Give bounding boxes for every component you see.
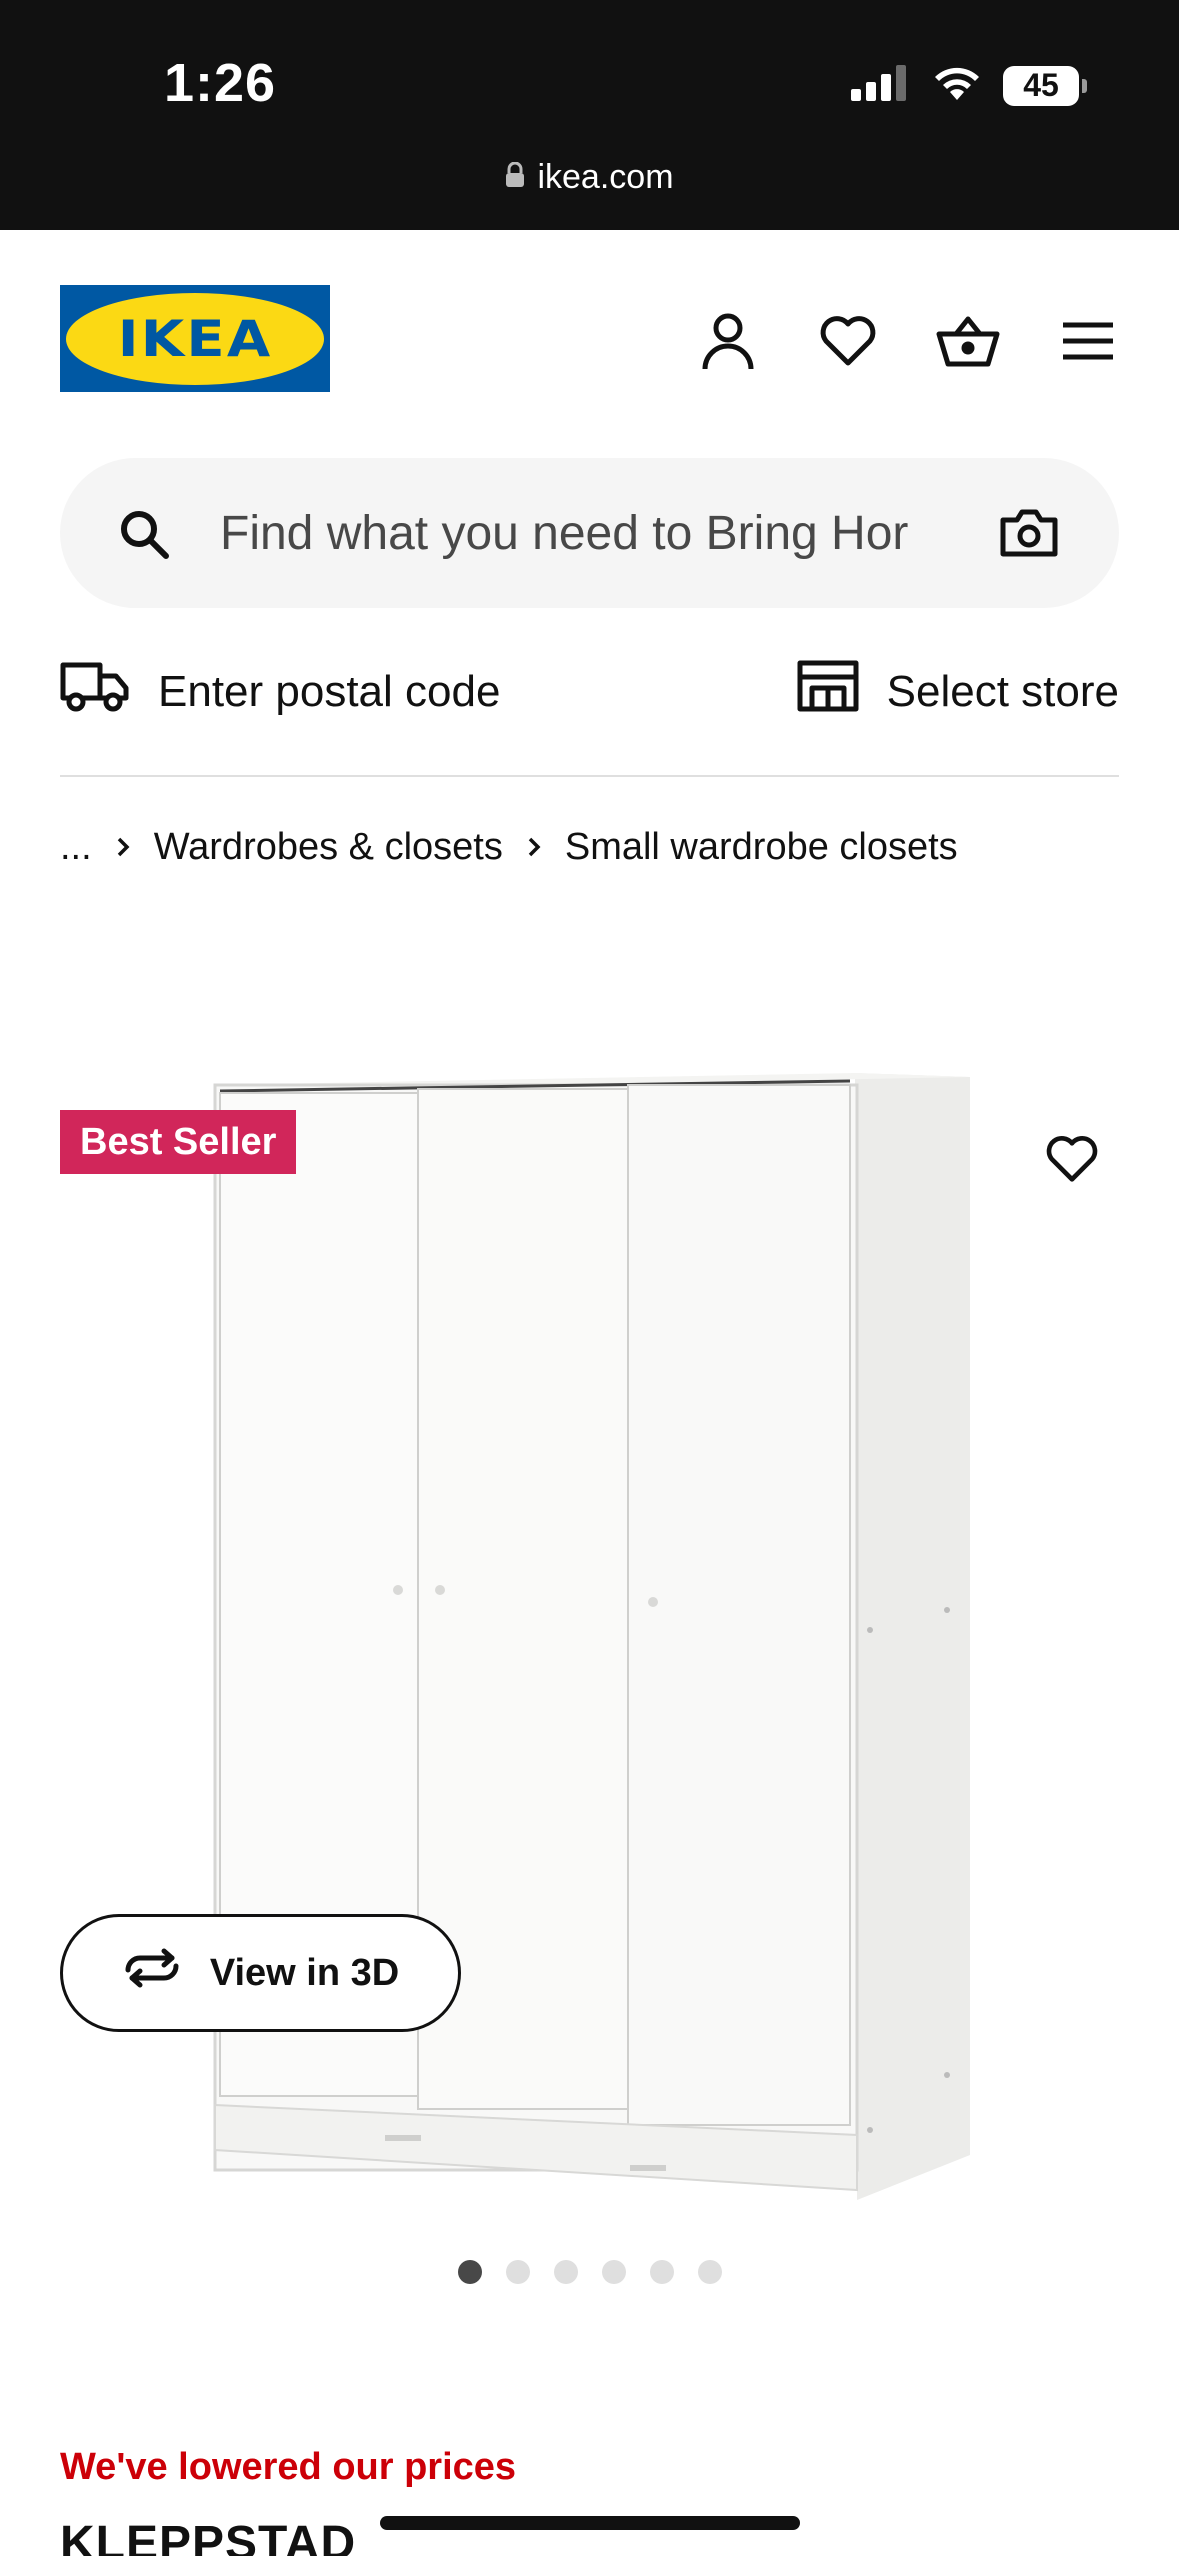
signal-icon xyxy=(851,65,911,106)
select-store-label: Select store xyxy=(886,666,1119,716)
breadcrumb-ellipsis[interactable]: ... xyxy=(60,826,92,869)
logo-oval: IKEA xyxy=(66,292,324,385)
search-bar xyxy=(60,458,1119,608)
breadcrumb-link-small-wardrobes[interactable]: Small wardrobe closets xyxy=(565,826,958,869)
favorite-heart-icon[interactable] xyxy=(1045,1135,1099,1188)
breadcrumb: ... Wardrobes & closets Small wardrobe c… xyxy=(60,826,958,869)
battery-indicator: 45 xyxy=(1003,65,1087,106)
product-image[interactable] xyxy=(195,1065,995,2205)
clock: 1:26 xyxy=(164,53,277,113)
chevron-right-icon xyxy=(525,826,543,869)
logo-text: IKEA xyxy=(117,309,273,368)
chevron-right-icon xyxy=(114,826,132,869)
search-input[interactable] xyxy=(220,498,1020,568)
ikea-logo[interactable]: IKEA xyxy=(60,285,330,392)
view-in-3d-button[interactable]: View in 3D xyxy=(60,1914,461,2032)
heart-icon[interactable] xyxy=(812,305,884,377)
rotate-3d-icon xyxy=(122,1948,182,1998)
lock-icon xyxy=(505,158,525,197)
product-name: KLEPPSTAD xyxy=(60,2517,357,2556)
url-bar[interactable]: ikea.com xyxy=(0,158,1179,197)
carousel-dot[interactable] xyxy=(505,2260,530,2284)
menu-icon[interactable] xyxy=(1052,305,1124,377)
status-icons: 45 xyxy=(851,64,1087,107)
camera-search-icon[interactable] xyxy=(999,502,1059,567)
delivery-truck-icon xyxy=(60,660,130,723)
postal-code-label: Enter postal code xyxy=(158,666,501,716)
carousel-dot[interactable] xyxy=(649,2260,674,2284)
url-text: ikea.com xyxy=(537,158,674,196)
header-divider xyxy=(60,775,1119,777)
postal-code-button[interactable]: Enter postal code xyxy=(60,660,500,723)
view-in-3d-label: View in 3D xyxy=(209,1951,400,1994)
price-promo-text: We've lowered our prices xyxy=(60,2446,517,2488)
basket-icon[interactable] xyxy=(932,305,1004,377)
home-indicator xyxy=(380,2516,800,2530)
best-seller-badge: Best Seller xyxy=(60,1110,297,1174)
carousel-dot[interactable] xyxy=(457,2260,482,2284)
select-store-button[interactable]: Select store xyxy=(797,660,1119,723)
breadcrumb-link-wardrobes[interactable]: Wardrobes & closets xyxy=(154,826,503,869)
carousel-dot[interactable] xyxy=(601,2260,626,2284)
account-icon[interactable] xyxy=(692,305,764,377)
search-icon[interactable] xyxy=(118,508,170,565)
image-carousel-dots xyxy=(0,2260,1179,2284)
store-icon xyxy=(797,660,859,723)
carousel-dot[interactable] xyxy=(553,2260,578,2284)
header-actions xyxy=(692,305,1124,377)
carousel-dot[interactable] xyxy=(697,2260,722,2284)
wifi-icon xyxy=(931,64,983,107)
status-bar: 1:26 45 ikea.com xyxy=(0,0,1179,230)
